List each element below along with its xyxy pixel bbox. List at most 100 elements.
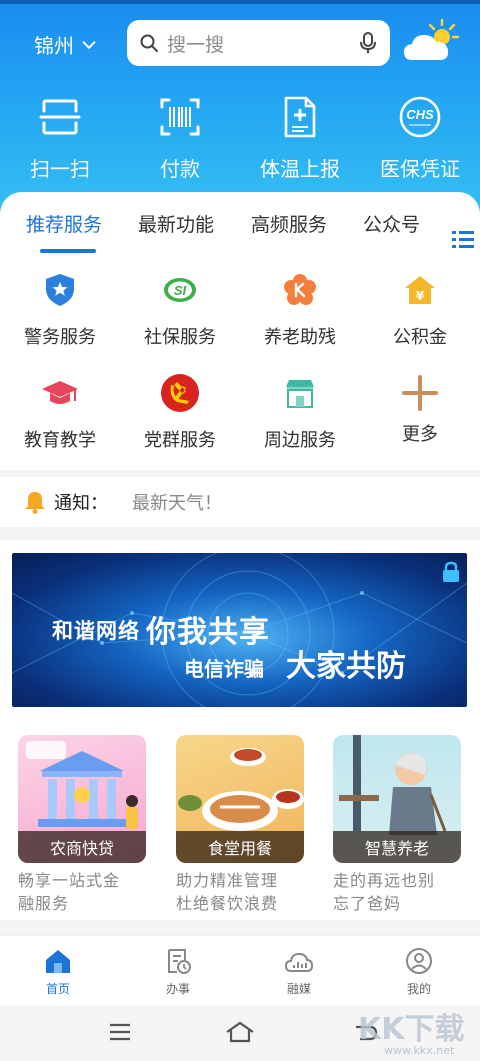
svg-text:CHS: CHS [406, 107, 434, 122]
feature-card-elderly[interactable]: 智慧养老 走的再远也别 忘了爸妈 [333, 735, 461, 915]
service-party[interactable]: 党群服务 [120, 372, 240, 452]
city-label: 锦州 [34, 34, 74, 58]
feature-card-loan[interactable]: 农商快贷 畅享一站式金 融服务 [18, 735, 146, 915]
housing-fund-icon: ¥ [405, 276, 435, 304]
city-selector[interactable]: 锦州 [34, 30, 98, 59]
feature-description-line: 杜绝餐饮浪费 [176, 894, 279, 913]
nav-label: 我的 [406, 982, 431, 996]
graduation-cap-icon [42, 381, 78, 404]
police-shield-icon [46, 274, 74, 306]
service-elderly-care[interactable]: 养老助残 [240, 269, 360, 349]
quick-action-scan[interactable]: 扫一扫 [0, 95, 120, 182]
service-label: 警务服务 [24, 327, 96, 348]
quick-action-label: 医保凭证 [380, 157, 460, 181]
weather-cloudy-icon[interactable] [402, 16, 460, 64]
promo-banner[interactable]: 和谐网络 你我共享 电信诈骗 大家共防 [12, 553, 467, 707]
scan-icon [39, 99, 81, 135]
chevron-down-icon [82, 40, 96, 49]
notice-label: 通知： [54, 493, 108, 514]
nav-media[interactable]: 融媒 [259, 946, 339, 997]
active-tab-indicator [40, 249, 96, 253]
notice-text: 最新天气！ [132, 493, 222, 514]
service-police[interactable]: 警务服务 [0, 269, 120, 349]
service-more[interactable]: 更多 [360, 372, 480, 446]
lock-icon [443, 561, 459, 582]
status-strip [0, 0, 480, 4]
feature-caption: 智慧养老 [333, 831, 461, 863]
home-icon [46, 950, 70, 973]
tab-new-features[interactable]: 最新功能 [138, 210, 214, 237]
chs-icon: CHS [399, 96, 441, 138]
feature-image: 智慧养老 [333, 735, 461, 863]
service-label: 更多 [402, 424, 438, 445]
banner-text: 大家共防 [286, 649, 406, 684]
nav-profile[interactable]: 我的 [379, 946, 459, 997]
quick-action-medical-insurance[interactable]: CHS 医保凭证 [360, 95, 480, 182]
service-label: 公积金 [393, 327, 447, 348]
service-label: 养老助残 [264, 327, 336, 348]
menu-list-icon[interactable] [450, 228, 476, 252]
feature-card-canteen[interactable]: 食堂用餐 助力精准管理 杜绝餐饮浪费 [176, 735, 304, 915]
banner-text: 和谐网络 [52, 619, 140, 643]
elderly-care-icon [284, 274, 316, 305]
tab-frequent[interactable]: 高频服务 [251, 210, 327, 237]
quick-action-label: 体温上报 [260, 157, 340, 181]
feature-description-line: 走的再远也别 [333, 871, 436, 890]
service-tabs: 推荐服务 最新功能 高频服务 公众号 [0, 210, 480, 254]
search-icon [140, 34, 158, 52]
search-input[interactable]: 搜一搜 [127, 20, 390, 66]
barcode-icon [160, 98, 200, 136]
nav-label: 融媒 [286, 982, 311, 996]
service-card: 推荐服务 最新功能 高频服务 公众号 警务服务 SI 社保服务 养老助残 ¥ 公… [0, 192, 480, 470]
home-button-icon[interactable] [224, 1019, 256, 1045]
feature-description: 助力精准管理 杜绝餐饮浪费 [176, 869, 304, 915]
service-nearby[interactable]: 周边服务 [240, 372, 360, 452]
tab-recommended[interactable]: 推荐服务 [26, 210, 102, 237]
feature-image: 农商快贷 [18, 735, 146, 863]
feature-caption: 食堂用餐 [176, 831, 304, 863]
content-section: 和谐网络 你我共享 电信诈骗 大家共防 农商快贷 畅享一站式金 融服务 食堂用餐… [0, 540, 480, 920]
service-housing-fund[interactable]: ¥ 公积金 [360, 269, 480, 349]
bottom-nav: 首页 办事 融媒 我的 [0, 935, 480, 1005]
search-placeholder: 搜一搜 [167, 33, 225, 56]
feature-description: 畅享一站式金 融服务 [18, 869, 146, 915]
quick-actions: 扫一扫 付款 体温上报 CHS 医保凭证 [0, 95, 480, 182]
svg-text:SI: SI [174, 283, 187, 298]
feature-image: 食堂用餐 [176, 735, 304, 863]
nav-label: 首页 [45, 982, 70, 996]
quick-action-label: 扫一扫 [30, 157, 90, 181]
watermark-logo: KK下载 [358, 1012, 465, 1047]
task-clock-icon [168, 949, 191, 974]
storefront-icon [286, 380, 314, 408]
feature-description-line: 融服务 [18, 894, 70, 913]
banner-text: 电信诈骗 [184, 657, 264, 681]
recent-apps-icon[interactable] [106, 1019, 134, 1045]
bell-icon [25, 492, 45, 514]
microphone-icon[interactable] [358, 31, 378, 55]
banner-text: 你我共享 [146, 615, 270, 650]
tab-official-accounts[interactable]: 公众号 [363, 210, 420, 237]
quick-action-temperature[interactable]: 体温上报 [240, 95, 360, 182]
svg-text:¥: ¥ [416, 289, 425, 303]
plus-icon [402, 375, 438, 411]
service-label: 党群服务 [144, 430, 216, 451]
quick-action-label: 付款 [160, 157, 200, 181]
nav-home[interactable]: 首页 [18, 946, 98, 997]
quick-action-pay[interactable]: 付款 [120, 95, 240, 182]
nav-label: 办事 [165, 982, 190, 996]
social-security-icon: SI [164, 278, 196, 302]
nav-services[interactable]: 办事 [138, 946, 218, 997]
user-profile-icon [406, 948, 432, 974]
service-social-security[interactable]: SI 社保服务 [120, 269, 240, 349]
feature-description-line: 忘了爸妈 [333, 894, 402, 913]
feature-description-line: 助力精准管理 [176, 871, 279, 890]
feature-description-line: 畅享一站式金 [18, 871, 121, 890]
header: 锦州 搜一搜 扫一扫 付款 体温上报 CHS 医保凭证 [0, 0, 480, 215]
service-education[interactable]: 教育教学 [0, 372, 120, 452]
watermark-url: www.kkx.net [384, 1044, 455, 1057]
medical-report-icon [284, 96, 316, 138]
feature-caption: 农商快贷 [18, 831, 146, 863]
feature-description: 走的再远也别 忘了爸妈 [333, 869, 461, 915]
notice-bar[interactable]: 通知： 最新天气！ [0, 477, 480, 527]
service-label: 教育教学 [24, 430, 96, 451]
